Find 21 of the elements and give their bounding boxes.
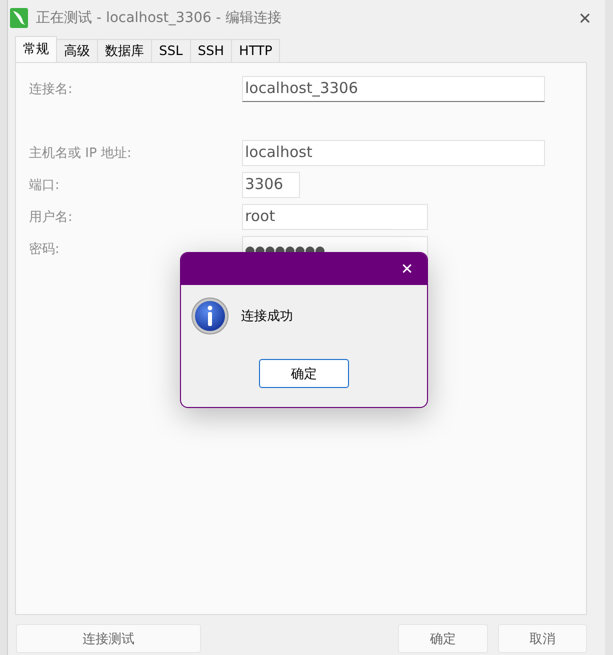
tab[interactable]: HTTP [231, 39, 280, 62]
field-label: 用户名: [29, 209, 74, 226]
dialog-button[interactable]: 连接测试 [16, 624, 202, 653]
input-field[interactable]: localhost_3306 [242, 76, 545, 102]
dialog-button[interactable]: 确定 [398, 624, 488, 653]
close-button[interactable]: ✕ [565, 8, 605, 28]
dolphin-logo-icon [10, 8, 28, 28]
info-icon [191, 297, 229, 335]
input-field[interactable]: localhost [242, 140, 545, 166]
close-button[interactable]: ✕ [387, 260, 427, 278]
tab[interactable]: 常规 [15, 36, 57, 62]
field-label: 主机名或 IP 地址: [29, 145, 132, 162]
field-label: 密码: [29, 241, 60, 258]
input-field[interactable]: 3306 [242, 172, 300, 198]
field-label: 连接名: [29, 81, 74, 98]
ok-button[interactable]: 确定 [259, 359, 349, 388]
window-title: 正在测试 - localhost_3306 - 编辑连接 [36, 9, 282, 27]
dialog-message: 连接成功 [241, 308, 293, 325]
field-label: 端口: [29, 177, 60, 194]
input-field[interactable]: root [242, 204, 428, 230]
dialog-button[interactable]: 取消 [498, 624, 587, 653]
